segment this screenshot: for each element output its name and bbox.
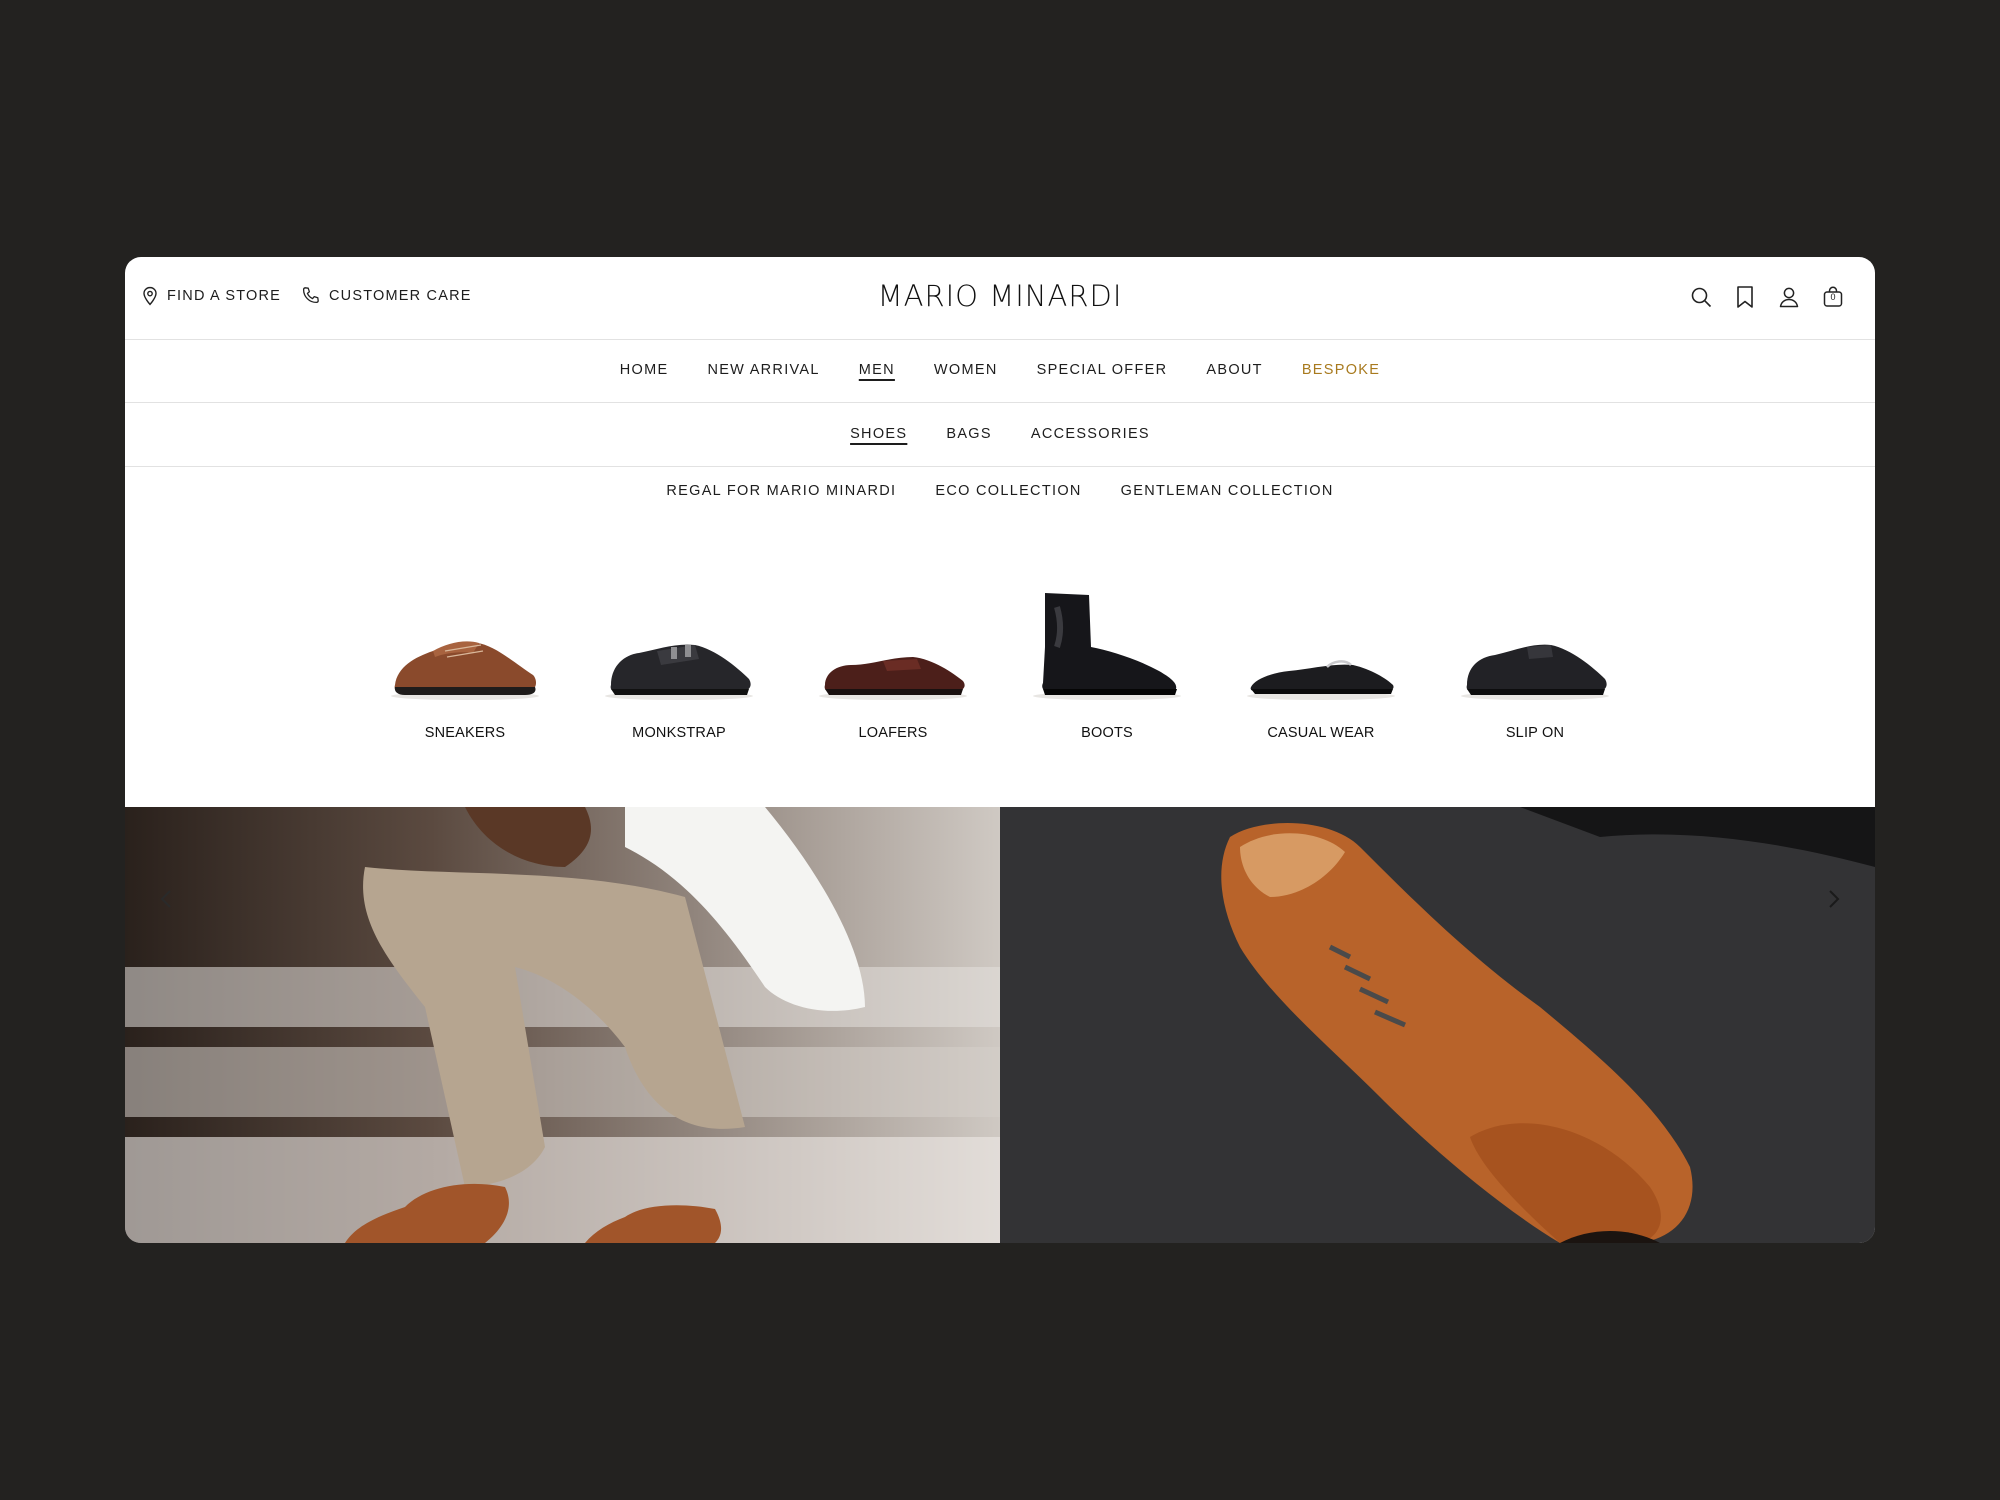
nav-item-men[interactable]: MEN bbox=[859, 362, 895, 380]
nav-item-new-arrival[interactable]: NEW ARRIVAL bbox=[707, 362, 819, 380]
user-icon[interactable] bbox=[1777, 285, 1801, 309]
carousel-prev-button[interactable] bbox=[155, 887, 179, 911]
monkstrap-image bbox=[605, 644, 753, 700]
main-nav: HOME NEW ARRIVAL MEN WOMEN SPECIAL OFFER… bbox=[125, 340, 1875, 403]
loafer-image bbox=[819, 657, 967, 700]
collection-regal[interactable]: REGAL FOR MARIO MINARDI bbox=[666, 483, 896, 501]
slip-on-image bbox=[1461, 644, 1609, 700]
sneaker-image bbox=[391, 641, 539, 700]
nav-item-bespoke[interactable]: BESPOKE bbox=[1302, 362, 1380, 380]
boot-image bbox=[1033, 593, 1181, 700]
brogue-shoe-image bbox=[1000, 807, 1875, 1243]
subnav-item-bags[interactable]: BAGS bbox=[946, 426, 992, 444]
nav-item-women[interactable]: WOMEN bbox=[934, 362, 998, 380]
category-list: SNEAKERS MONKSTRAP LOAFERS BOOTS CASUAL … bbox=[125, 587, 1875, 741]
header-icons: 0 bbox=[1689, 285, 1845, 309]
nav-item-about[interactable]: ABOUT bbox=[1206, 362, 1262, 380]
carousel-next-button[interactable] bbox=[1821, 887, 1845, 911]
nav-item-special-offer[interactable]: SPECIAL OFFER bbox=[1037, 362, 1168, 380]
cart-count: 0 bbox=[1830, 292, 1836, 302]
nav-item-home[interactable]: HOME bbox=[620, 362, 669, 380]
casual-shoe-image bbox=[1247, 660, 1395, 700]
category-monkstrap[interactable]: MONKSTRAP bbox=[599, 587, 759, 741]
hero-image-right bbox=[1000, 807, 1875, 1243]
top-bar: FIND A STORE CUSTOMER CARE MARIO MINARDI… bbox=[125, 257, 1875, 340]
hero-banner bbox=[125, 807, 1875, 1243]
collection-eco[interactable]: ECO COLLECTION bbox=[935, 483, 1081, 501]
category-label: LOAFERS bbox=[858, 725, 928, 741]
bookmark-icon[interactable] bbox=[1733, 285, 1757, 309]
category-boots[interactable]: BOOTS bbox=[1027, 587, 1187, 741]
collection-gentleman[interactable]: GENTLEMAN COLLECTION bbox=[1121, 483, 1334, 501]
browser-window: FIND A STORE CUSTOMER CARE MARIO MINARDI… bbox=[125, 257, 1875, 1243]
category-sneakers[interactable]: SNEAKERS bbox=[385, 587, 545, 741]
subnav-item-shoes[interactable]: SHOES bbox=[850, 426, 907, 444]
collections-nav: REGAL FOR MARIO MINARDI ECO COLLECTION G… bbox=[125, 467, 1875, 517]
hero-image-left bbox=[125, 807, 1000, 1243]
man-sitting-on-stairs-image bbox=[125, 807, 1000, 1243]
category-casual-wear[interactable]: CASUAL WEAR bbox=[1241, 587, 1401, 741]
category-loafers[interactable]: LOAFERS bbox=[813, 587, 973, 741]
category-label: SLIP ON bbox=[1505, 725, 1565, 741]
sub-nav: SHOES BAGS ACCESSORIES bbox=[125, 403, 1875, 467]
category-label: BOOTS bbox=[1081, 725, 1133, 741]
bag-icon[interactable]: 0 bbox=[1821, 285, 1845, 309]
category-label: SNEAKERS bbox=[424, 725, 506, 741]
category-label: CASUAL WEAR bbox=[1267, 725, 1375, 741]
subnav-item-accessories[interactable]: ACCESSORIES bbox=[1031, 426, 1150, 444]
category-slip-on[interactable]: SLIP ON bbox=[1455, 587, 1615, 741]
category-label: MONKSTRAP bbox=[632, 725, 726, 741]
brand-logo[interactable]: MARIO MINARDI bbox=[125, 279, 1875, 313]
search-icon[interactable] bbox=[1689, 285, 1713, 309]
